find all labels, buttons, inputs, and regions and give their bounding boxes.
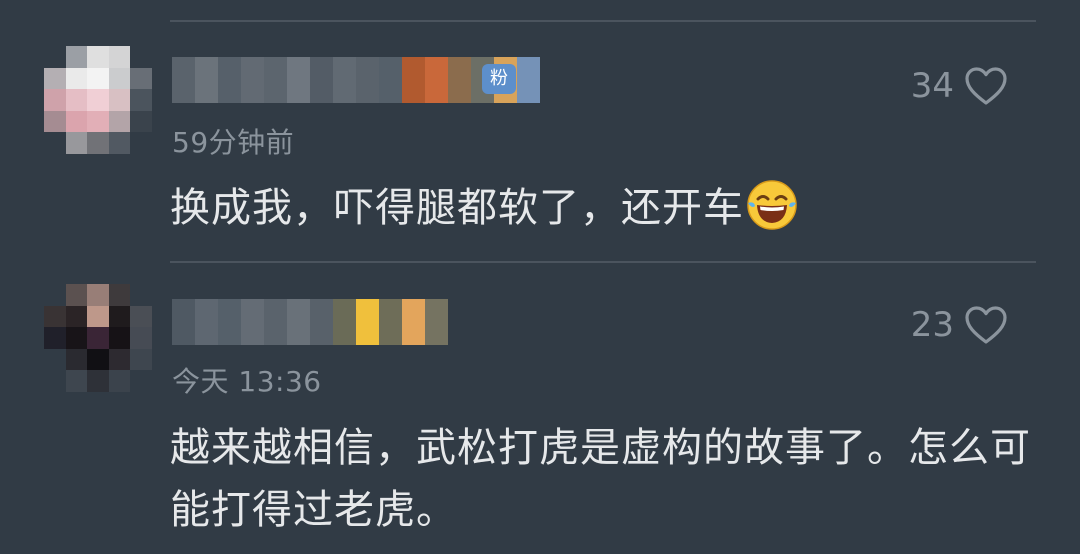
laughing-tears-emoji-icon	[746, 179, 798, 231]
comment-text: 换成我，吓得腿都软了，还开车	[170, 179, 1050, 236]
comment-body: 换成我，吓得腿都软了，还开车	[170, 185, 744, 231]
heart-outline-icon[interactable]	[964, 66, 1008, 106]
top-divider	[170, 20, 1036, 22]
like-button[interactable]: 34	[911, 66, 1008, 106]
heart-outline-icon[interactable]	[964, 305, 1008, 345]
avatar[interactable]	[44, 46, 152, 154]
like-count: 23	[910, 305, 954, 345]
username-blurred[interactable]	[172, 299, 448, 345]
comment-text: 越来越相信，武松打虎是虚构的故事了。怎么可能打得过老虎。	[170, 425, 1031, 533]
like-button[interactable]: 23	[911, 305, 1008, 345]
comment-divider	[170, 261, 1036, 263]
avatar[interactable]	[44, 284, 152, 392]
like-count: 34	[910, 66, 954, 106]
fan-badge: 粉	[482, 64, 516, 94]
comment-time: 今天 13:36	[172, 365, 322, 398]
comment-time: 59分钟前	[172, 126, 295, 159]
